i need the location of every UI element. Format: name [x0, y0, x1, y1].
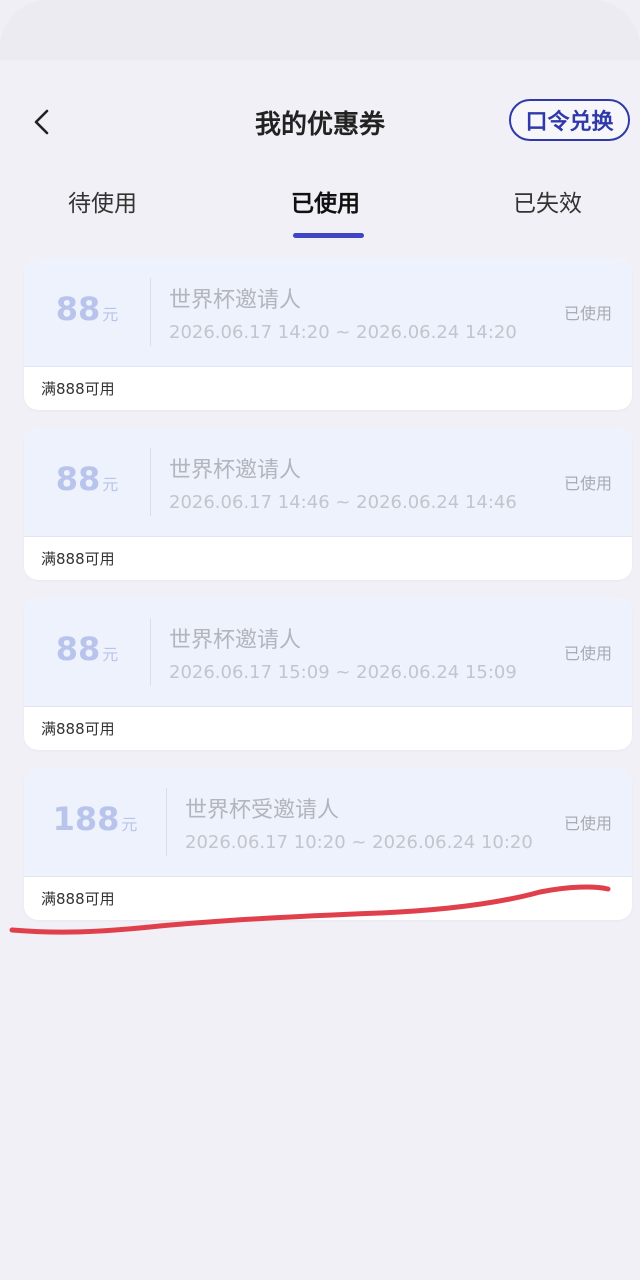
coupon-amount-unit: 元	[102, 305, 119, 324]
coupon-validity: 2026.06.17 15:09 ~ 2026.06.24 15:09	[169, 662, 517, 683]
coupon-condition: 满888可用	[41, 550, 115, 568]
coupon-amount: 188 元	[24, 800, 166, 838]
coupon-amount: 88 元	[24, 630, 150, 668]
coupon-condition: 满888可用	[41, 720, 115, 738]
tab-expired[interactable]: 已失效	[513, 184, 582, 218]
coupon-list: 88 元 世界杯邀请人 2026.06.17 14:20 ~ 2026.06.24…	[24, 258, 632, 938]
screen: 我的优惠券 口令兑换 待使用 已使用 已失效 88 元 世界杯邀请人 2026.0…	[0, 0, 640, 1280]
coupon-name: 世界杯受邀请人	[185, 798, 340, 823]
coupon-amount-value: 88	[55, 290, 101, 328]
coupon-validity: 2026.06.17 10:20 ~ 2026.06.24 10:20	[185, 832, 533, 853]
coupon-condition: 满888可用	[41, 890, 115, 908]
coupon-card[interactable]: 88 元 世界杯邀请人 2026.06.17 14:46 ~ 2026.06.24…	[24, 428, 632, 580]
coupon-validity: 2026.06.17 14:20 ~ 2026.06.24 14:20	[169, 322, 517, 343]
coupon-amount-unit: 元	[102, 645, 119, 664]
coupon-body: 188 元 世界杯受邀请人 2026.06.17 10:20 ~ 2026.06.…	[24, 768, 632, 877]
coupon-divider	[150, 618, 151, 686]
coupon-status: 已使用	[563, 304, 612, 323]
coupon-amount-value: 188	[52, 800, 120, 838]
tab-bar: 待使用 已使用 已失效	[0, 178, 640, 248]
coupon-amount-unit: 元	[102, 475, 119, 494]
coupon-divider	[150, 448, 151, 516]
coupon-divider	[150, 278, 151, 346]
coupon-name: 世界杯邀请人	[169, 458, 302, 483]
header: 我的优惠券 口令兑换	[0, 90, 640, 154]
tab-unused[interactable]: 待使用	[68, 184, 137, 218]
coupon-body: 88 元 世界杯邀请人 2026.06.17 15:09 ~ 2026.06.24…	[24, 598, 632, 707]
coupon-validity: 2026.06.17 14:46 ~ 2026.06.24 14:46	[169, 492, 517, 513]
coupon-status: 已使用	[563, 644, 612, 663]
coupon-divider	[166, 788, 167, 856]
coupon-card[interactable]: 88 元 世界杯邀请人 2026.06.17 15:09 ~ 2026.06.24…	[24, 598, 632, 750]
coupon-body: 88 元 世界杯邀请人 2026.06.17 14:46 ~ 2026.06.24…	[24, 428, 632, 537]
status-area	[0, 0, 640, 60]
coupon-status: 已使用	[563, 814, 612, 833]
coupon-amount-value: 88	[55, 460, 101, 498]
tab-used[interactable]: 已使用	[291, 184, 360, 218]
coupon-amount: 88 元	[24, 460, 150, 498]
coupon-card[interactable]: 188 元 世界杯受邀请人 2026.06.17 10:20 ~ 2026.06.…	[24, 768, 632, 920]
coupon-card[interactable]: 88 元 世界杯邀请人 2026.06.17 14:20 ~ 2026.06.24…	[24, 258, 632, 410]
coupon-condition: 满888可用	[41, 380, 115, 398]
coupon-amount-value: 88	[55, 630, 101, 668]
coupon-name: 世界杯邀请人	[169, 628, 302, 653]
redeem-code-button[interactable]: 口令兑换	[509, 99, 630, 141]
coupon-amount-unit: 元	[121, 815, 138, 834]
coupon-status: 已使用	[563, 474, 612, 493]
coupon-amount: 88 元	[24, 290, 150, 328]
coupon-body: 88 元 世界杯邀请人 2026.06.17 14:20 ~ 2026.06.24…	[24, 258, 632, 367]
coupon-name: 世界杯邀请人	[169, 288, 302, 313]
tab-indicator	[293, 233, 364, 238]
